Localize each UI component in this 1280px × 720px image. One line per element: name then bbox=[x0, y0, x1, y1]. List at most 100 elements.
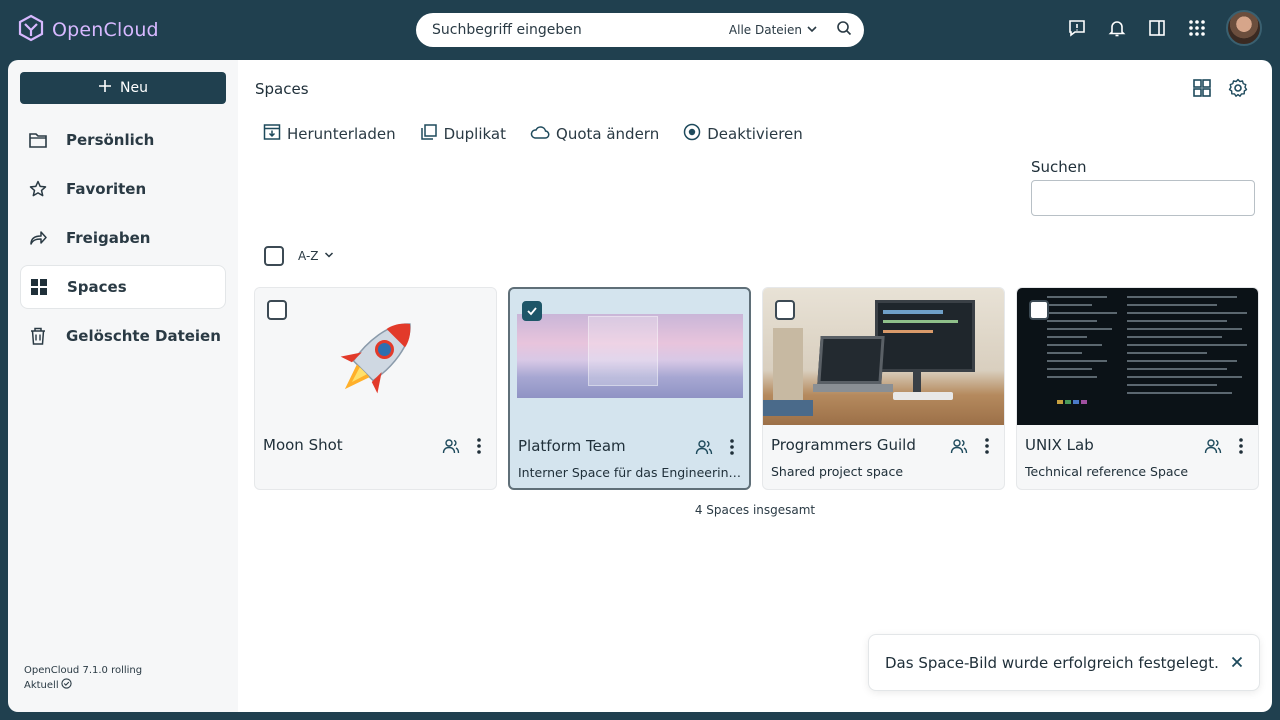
sidebar-item-spaces[interactable]: Spaces bbox=[20, 265, 226, 309]
space-card[interactable]: Moon Shot bbox=[254, 287, 497, 490]
chevron-down-icon bbox=[806, 23, 818, 38]
space-checkbox[interactable] bbox=[775, 300, 795, 320]
main-content: Spaces Herunterladen Duplikat Quota ände… bbox=[238, 60, 1272, 712]
spaces-total: 4 Spaces insgesamt bbox=[694, 503, 816, 517]
app-logo[interactable]: OpenCloud bbox=[18, 14, 159, 46]
duplicate-button[interactable]: Duplikat bbox=[420, 123, 506, 145]
space-image-desk bbox=[763, 288, 1004, 425]
more-options-icon[interactable] bbox=[476, 437, 482, 459]
members-icon[interactable] bbox=[695, 439, 713, 459]
space-checkbox[interactable] bbox=[522, 301, 542, 321]
filter-input[interactable] bbox=[1031, 180, 1255, 216]
change-quota-label: Quota ändern bbox=[556, 125, 660, 143]
filter-label: Suchen bbox=[1031, 158, 1087, 176]
sidebar-item-label: Gelöschte Dateien bbox=[66, 327, 221, 345]
disable-label: Deaktivieren bbox=[707, 125, 803, 143]
sidebar-item-shares[interactable]: Freigaben bbox=[20, 216, 226, 260]
version-info: OpenCloud 7.1.0 rolling Aktuell bbox=[24, 664, 142, 694]
space-card-actions bbox=[695, 438, 735, 460]
download-label: Herunterladen bbox=[287, 125, 396, 143]
space-checkbox[interactable] bbox=[267, 300, 287, 320]
star-icon bbox=[28, 179, 48, 199]
members-icon[interactable] bbox=[442, 438, 460, 458]
space-name[interactable]: UNIX Lab bbox=[1025, 436, 1094, 454]
space-card-actions bbox=[1204, 437, 1244, 459]
toast-message: Das Space-Bild wurde erfolgreich festgel… bbox=[885, 653, 1219, 672]
user-avatar[interactable] bbox=[1226, 10, 1262, 46]
space-image-rocket bbox=[255, 288, 496, 425]
sidebar-item-trash[interactable]: Gelöschte Dateien bbox=[20, 314, 226, 358]
space-checkbox[interactable] bbox=[1029, 300, 1049, 320]
tiles-view-icon[interactable] bbox=[1192, 78, 1212, 102]
change-quota-button[interactable]: Quota ändern bbox=[530, 123, 659, 145]
global-search[interactable]: Suchbegriff eingeben Alle Dateien bbox=[416, 13, 864, 47]
page-title: Spaces bbox=[255, 80, 309, 98]
new-button[interactable]: Neu bbox=[20, 72, 226, 104]
new-button-label: Neu bbox=[120, 80, 148, 96]
version-label: OpenCloud 7.1.0 rolling bbox=[24, 665, 143, 676]
more-options-icon[interactable] bbox=[729, 438, 735, 460]
plus-icon bbox=[98, 79, 112, 97]
members-icon[interactable] bbox=[950, 438, 968, 458]
space-card[interactable]: Programmers Guild Shared project space bbox=[762, 287, 1005, 490]
space-image-clouds bbox=[510, 289, 749, 426]
search-scope-dropdown[interactable]: Alle Dateien bbox=[729, 23, 818, 38]
sidebar-item-personal[interactable]: Persönlich bbox=[20, 118, 226, 162]
select-all-checkbox[interactable] bbox=[264, 246, 284, 266]
download-icon bbox=[263, 123, 281, 145]
space-name[interactable]: Moon Shot bbox=[263, 436, 343, 454]
sort-bar: A-Z bbox=[264, 246, 334, 266]
space-card[interactable]: UNIX Lab Technical reference Space bbox=[1016, 287, 1259, 490]
sidebar-item-label: Persönlich bbox=[66, 131, 155, 149]
disable-icon bbox=[683, 123, 701, 145]
top-bar: OpenCloud Suchbegriff eingeben Alle Date… bbox=[0, 0, 1280, 60]
space-card[interactable]: Platform Team Interner Space für das Eng… bbox=[508, 287, 751, 490]
sort-dropdown[interactable]: A-Z bbox=[298, 249, 334, 263]
settings-gear-icon[interactable] bbox=[1228, 78, 1248, 102]
sidebar-item-favorites[interactable]: Favoriten bbox=[20, 167, 226, 211]
space-card-actions bbox=[950, 437, 990, 459]
more-options-icon[interactable] bbox=[1238, 437, 1244, 459]
share-icon bbox=[28, 228, 48, 248]
folder-icon bbox=[28, 130, 48, 150]
view-options bbox=[1192, 78, 1248, 102]
checkmark-icon bbox=[526, 302, 538, 321]
toast-notification: Das Space-Bild wurde erfolgreich festgel… bbox=[868, 634, 1260, 691]
space-description: Technical reference Space bbox=[1025, 464, 1189, 479]
more-options-icon[interactable] bbox=[984, 437, 990, 459]
version-status: Aktuell bbox=[24, 680, 59, 691]
space-name[interactable]: Programmers Guild bbox=[771, 436, 916, 454]
spaces-grid: Moon Shot Platform Team Interner Space f… bbox=[254, 287, 1259, 490]
close-icon[interactable] bbox=[1231, 653, 1243, 672]
download-button[interactable]: Herunterladen bbox=[263, 123, 396, 145]
grid-icon bbox=[29, 277, 49, 297]
app-name: OpenCloud bbox=[52, 19, 159, 41]
app-switcher-icon[interactable] bbox=[1186, 17, 1208, 39]
search-input[interactable]: Suchbegriff eingeben bbox=[432, 22, 729, 38]
sidebar-nav: Persönlich Favoriten Freigaben Spaces Ge… bbox=[20, 118, 226, 363]
notifications-bell-icon[interactable] bbox=[1106, 17, 1128, 39]
check-circle-icon bbox=[60, 678, 72, 694]
search-scope-label: Alle Dateien bbox=[728, 23, 802, 37]
batch-actions: Herunterladen Duplikat Quota ändern Deak… bbox=[263, 123, 803, 145]
members-icon[interactable] bbox=[1204, 438, 1222, 458]
feedback-icon[interactable] bbox=[1066, 17, 1088, 39]
duplicate-label: Duplikat bbox=[443, 125, 507, 143]
sidebar-item-label: Favoriten bbox=[66, 180, 147, 198]
sidebar-toggle-icon[interactable] bbox=[1146, 17, 1168, 39]
chevron-down-icon bbox=[324, 249, 334, 263]
top-actions bbox=[1066, 10, 1262, 46]
trash-icon bbox=[28, 326, 48, 346]
duplicate-icon bbox=[420, 123, 438, 145]
space-image-terminal bbox=[1017, 288, 1258, 425]
sidebar-item-label: Freigaben bbox=[66, 229, 151, 247]
space-description: Shared project space bbox=[771, 464, 904, 479]
opencloud-logo-icon bbox=[18, 14, 44, 46]
space-name[interactable]: Platform Team bbox=[518, 437, 626, 455]
space-description: Interner Space für das Engineering-Team bbox=[518, 465, 744, 480]
sidebar: Neu Persönlich Favoriten Freigaben Space… bbox=[8, 60, 238, 712]
search-icon[interactable] bbox=[836, 20, 852, 40]
cloud-icon bbox=[530, 124, 550, 144]
sort-label: A-Z bbox=[298, 249, 319, 263]
disable-button[interactable]: Deaktivieren bbox=[683, 123, 803, 145]
